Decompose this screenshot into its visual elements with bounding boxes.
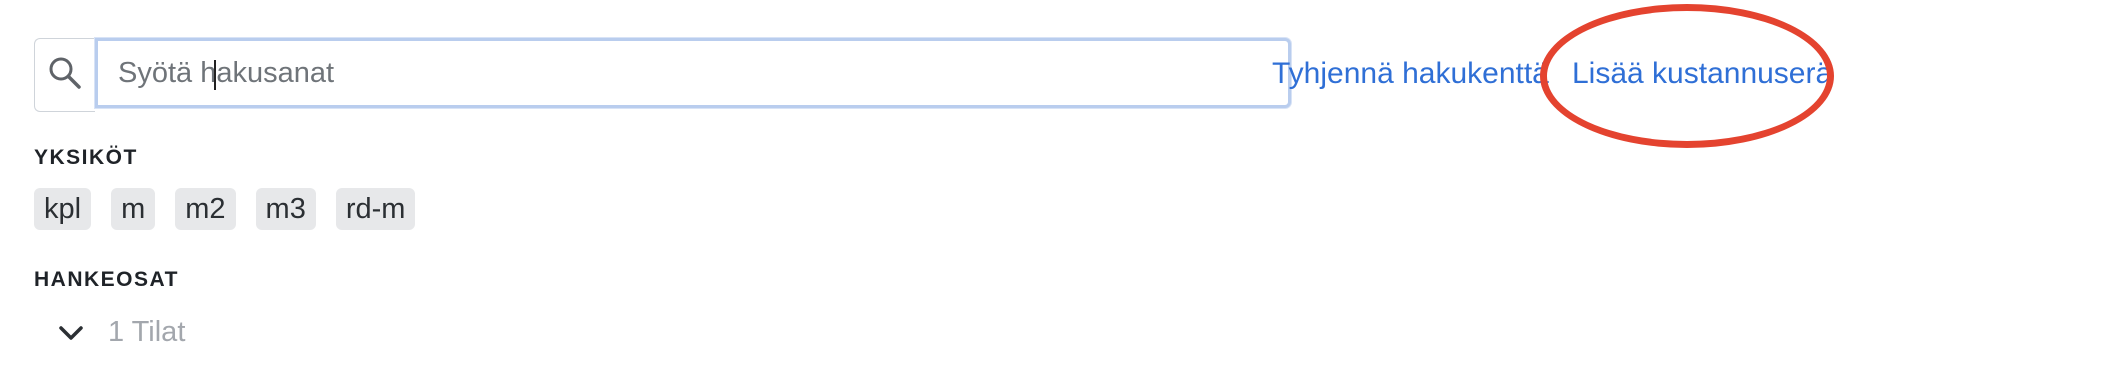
unit-chip-m2[interactable]: m2 [175, 188, 236, 230]
units-heading: YKSIKÖT [34, 146, 138, 169]
tree-item-tilat: 1 Tilat [56, 316, 185, 349]
unit-chip-kpl[interactable]: kpl [34, 188, 92, 230]
unit-filter-chips: kpl m m2 m3 rd-m [34, 188, 416, 230]
unit-chip-m[interactable]: m [111, 188, 156, 230]
search-bar [34, 38, 1291, 112]
unit-chip-m3[interactable]: m3 [255, 188, 316, 230]
search-input[interactable] [95, 38, 1291, 108]
search-icon-box [34, 38, 95, 112]
search-icon [48, 56, 82, 95]
chevron-down-icon[interactable] [56, 318, 86, 348]
unit-chip-rd-m[interactable]: rd-m [335, 188, 416, 230]
search-input-wrapper [95, 38, 1291, 112]
clear-search-link[interactable]: Tyhjennä hakukenttä [1272, 57, 1549, 91]
add-cost-item-link[interactable]: Lisää kustannuserä [1572, 57, 1832, 91]
tree-item-label[interactable]: 1 Tilat [108, 316, 185, 349]
search-group [34, 38, 1291, 112]
project-parts-heading: HANKEOSAT [34, 268, 179, 291]
text-caret [214, 60, 216, 90]
